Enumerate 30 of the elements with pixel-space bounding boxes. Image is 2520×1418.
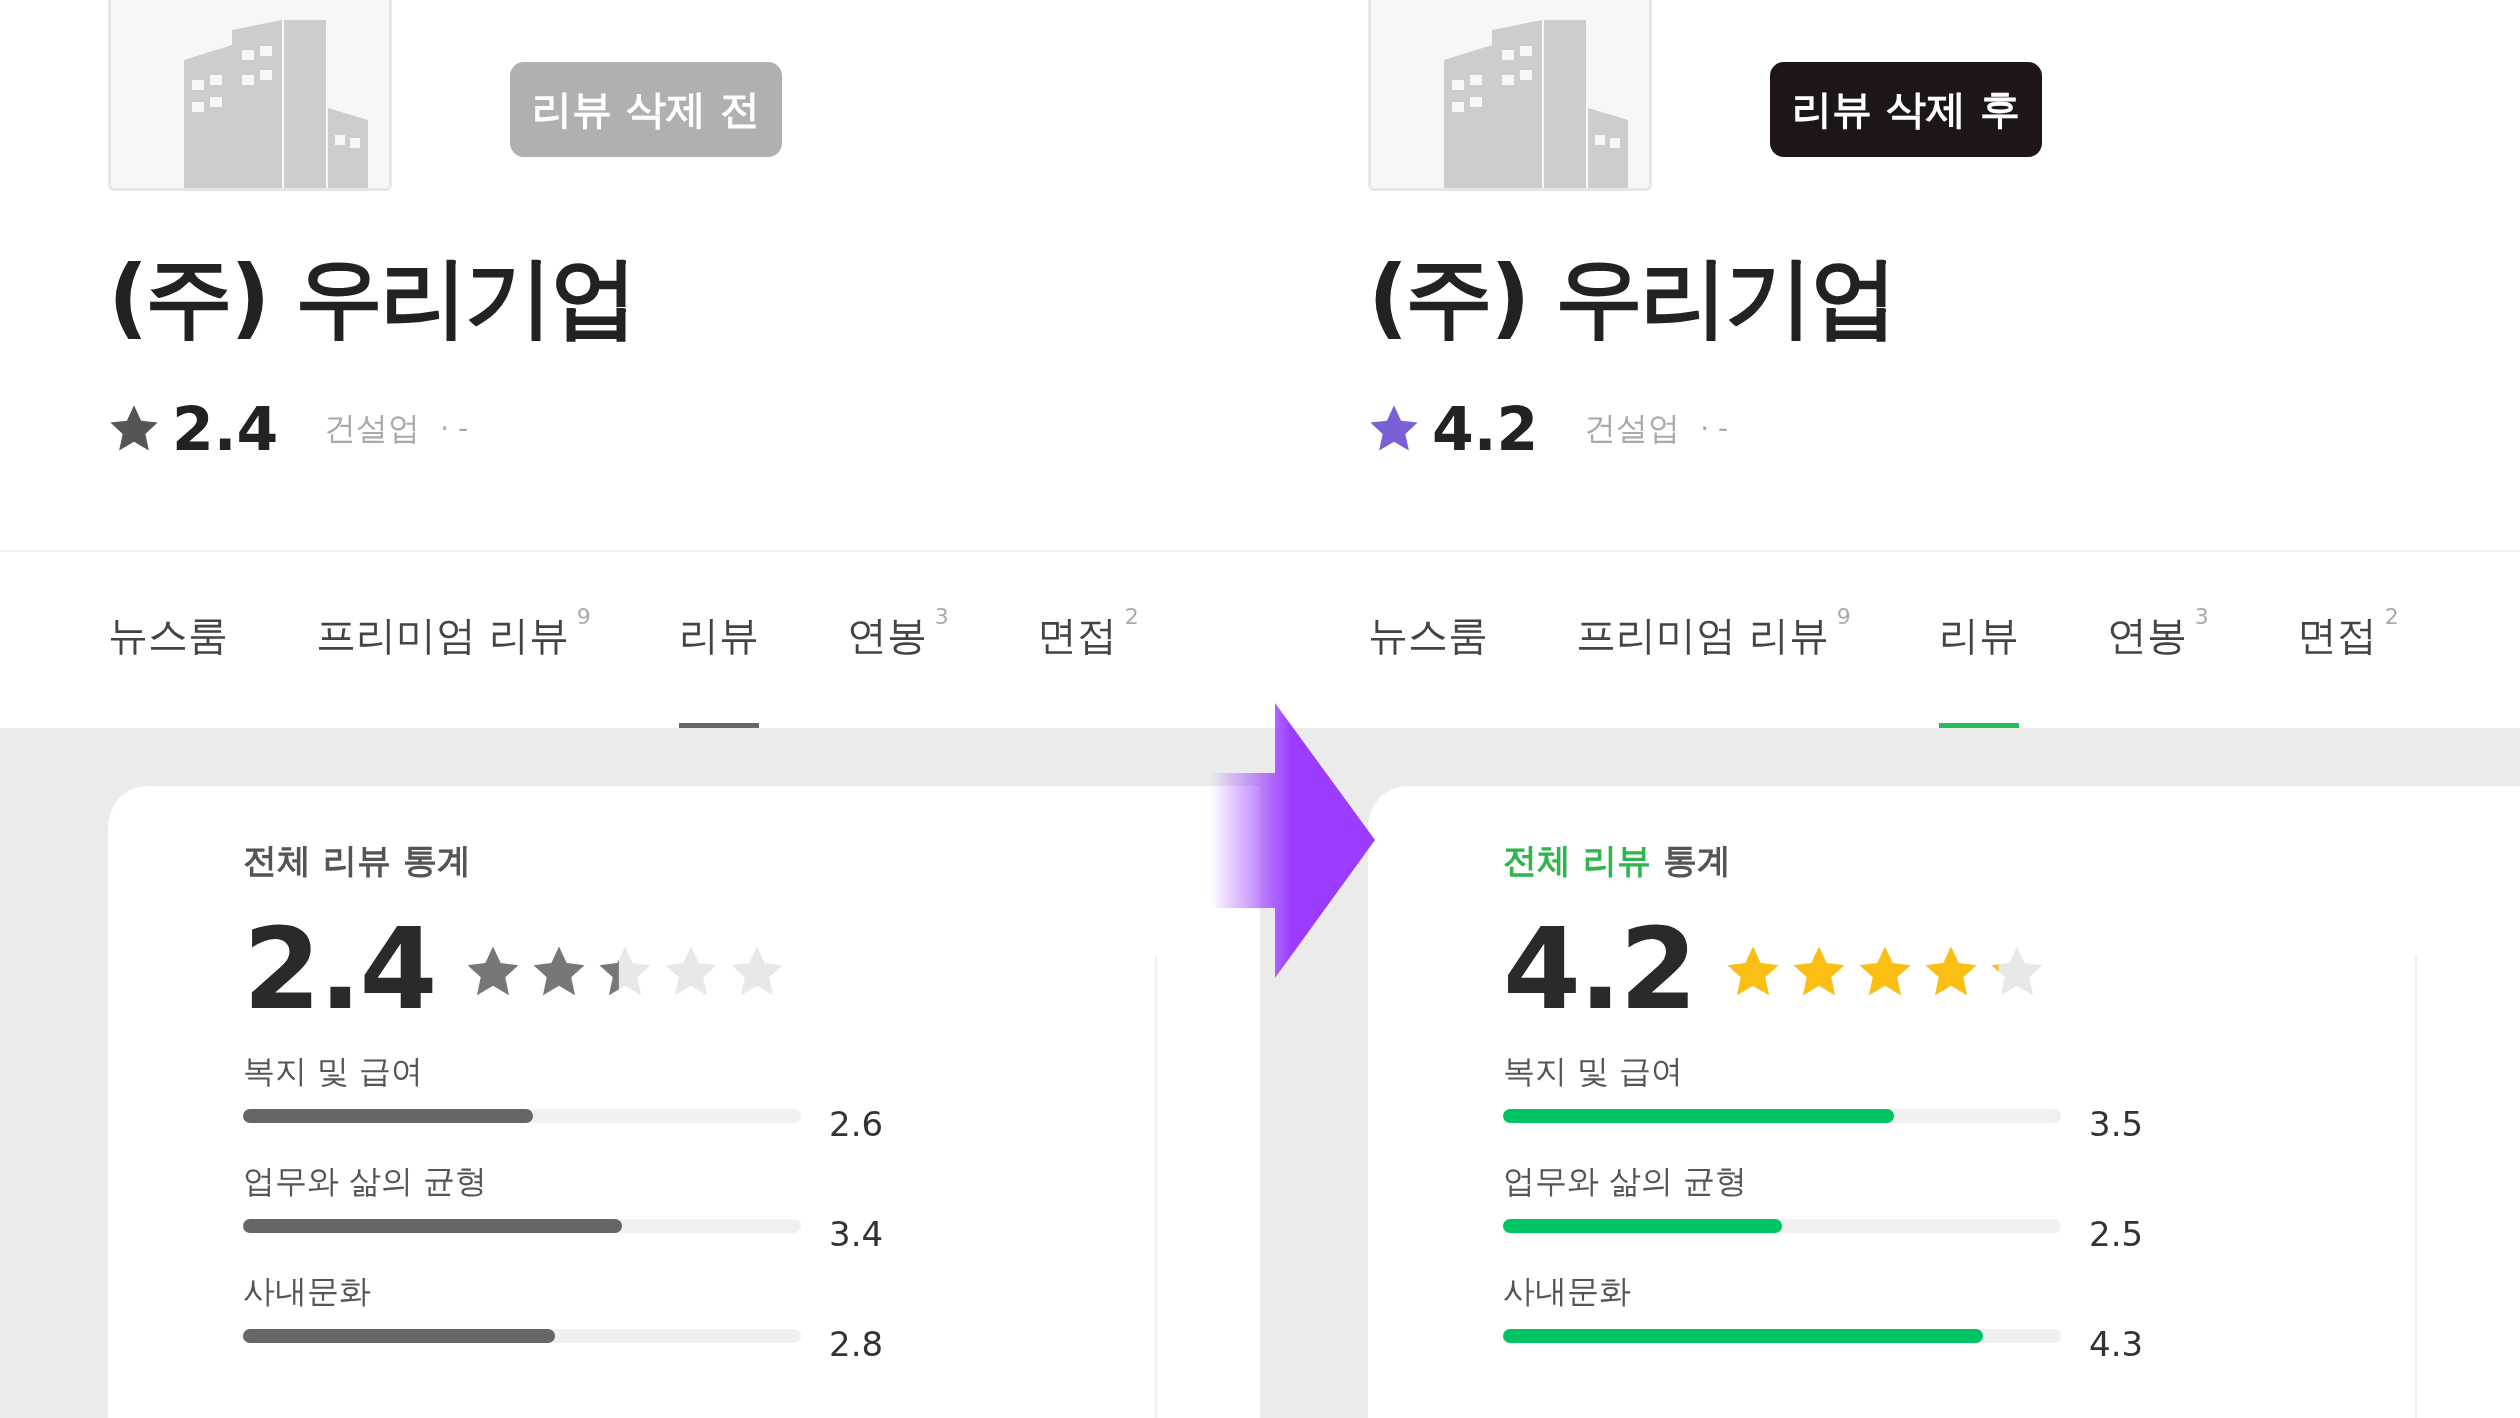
status-badge: 리뷰 삭제 후 <box>1770 62 2042 157</box>
status-badge: 리뷰 삭제 전 <box>510 62 782 157</box>
nav-tab[interactable]: 리뷰 <box>1938 552 2019 728</box>
overall-score: 4.2 <box>1503 904 1696 1034</box>
metric-label: 사내문화 <box>1503 1271 1632 1312</box>
overall-score: 2.4 <box>243 904 436 1034</box>
nav-tab[interactable]: 뉴스룸 <box>1368 552 1488 728</box>
metric-label: 업무와 삶의 균형 <box>1503 1161 1749 1202</box>
nav-tab[interactable]: 뉴스룸 <box>108 552 228 728</box>
industry-label: 건설업 <box>324 407 421 449</box>
metric-value: 3.5 <box>2089 1104 2144 1144</box>
industry-suffix: · - <box>1700 412 1729 446</box>
metric-label: 사내문화 <box>243 1271 372 1312</box>
metric-label: 복지 및 급여 <box>1503 1051 1685 1092</box>
industry-suffix: · - <box>440 412 469 446</box>
company-name: (주) 우리기업 <box>108 249 637 346</box>
metric-value: 2.6 <box>829 1104 884 1144</box>
industry-label: 건설업 <box>1584 407 1681 449</box>
stats-title: 전체 리뷰 통계 <box>1503 839 1732 882</box>
rating-value: 4.2 <box>1432 393 1539 464</box>
metric-value: 2.5 <box>2089 1214 2144 1254</box>
metric-value: 3.4 <box>829 1214 884 1254</box>
company-name: (주) 우리기업 <box>1368 249 1897 346</box>
rating-value: 2.4 <box>172 393 279 464</box>
nav-tab[interactable]: 리뷰 <box>678 552 759 728</box>
stats-title: 전체 리뷰 통계 <box>243 839 472 882</box>
metric-label: 업무와 삶의 균형 <box>243 1161 489 1202</box>
metric-label: 복지 및 급여 <box>243 1051 425 1092</box>
metric-value: 2.8 <box>829 1324 884 1364</box>
metric-value: 4.3 <box>2089 1324 2144 1364</box>
